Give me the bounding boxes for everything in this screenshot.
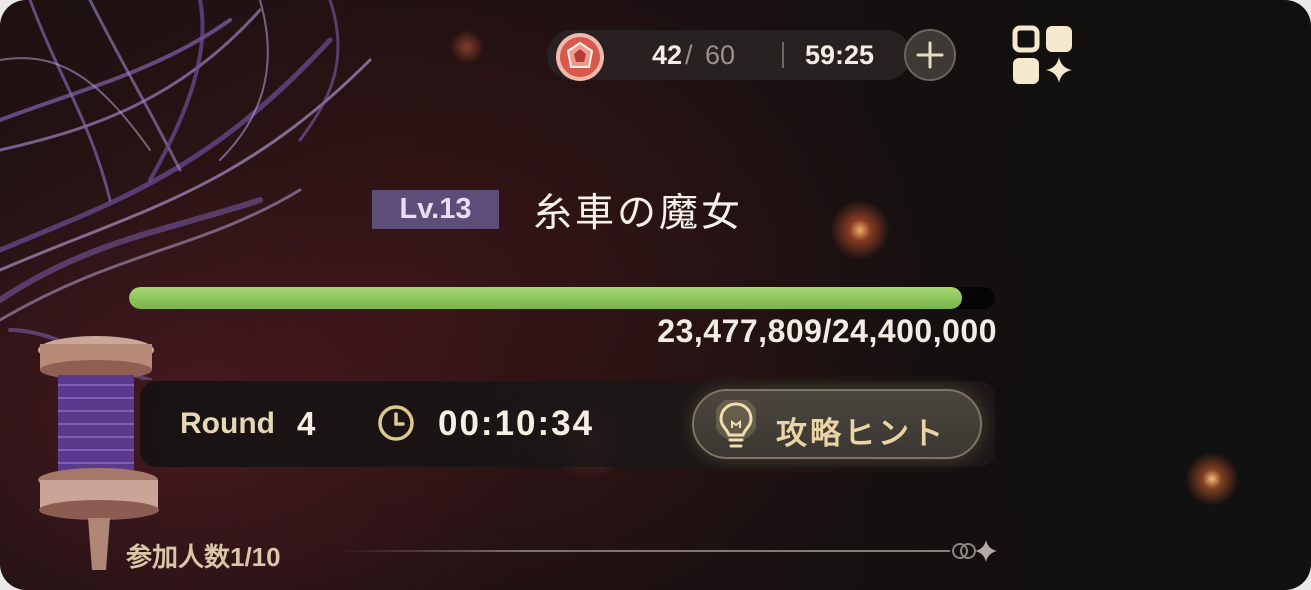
game-screen: 42 / 60 59:25 Lv.13 糸車の魔女 23,477,809/24,… (0, 0, 1311, 590)
boss-hp-text: 23,477,809/24,400,000 (657, 313, 997, 349)
round-label: Round (180, 407, 275, 440)
participant-count: 参加人数1/10 (126, 542, 281, 572)
ember-glow (1185, 452, 1239, 506)
add-stamina-button[interactable] (904, 29, 956, 81)
stamina-max: 60 (705, 40, 736, 70)
thread-decoration (0, 0, 372, 380)
stamina-current: 42 (652, 40, 683, 70)
boss-name: 糸車の魔女 (533, 191, 744, 236)
ember-glow (450, 30, 484, 64)
sparkle-ornament-icon (952, 540, 997, 562)
boss-level-badge: Lv.13 (372, 190, 499, 229)
elapsed-time: 00:10:34 (438, 404, 595, 443)
gem-icon (556, 33, 604, 81)
strategy-hint-button[interactable]: 攻略ヒント (692, 389, 982, 459)
hint-button-label: 攻略ヒント (776, 416, 946, 451)
grid-menu-icon[interactable] (1010, 24, 1076, 88)
lightbulb-icon (716, 400, 756, 448)
clock-icon (378, 405, 414, 441)
round-value: 4 (297, 405, 316, 442)
plus-icon (916, 41, 944, 69)
ember-glow (830, 200, 890, 260)
stamina-separator: / (685, 40, 693, 70)
battle-status-panel: Round 4 00:10:34 攻略ヒント (140, 381, 995, 467)
stamina-bar: 42 / 60 59:25 (547, 30, 911, 81)
divider-line (338, 550, 950, 552)
stamina-regen-timer: 59:25 (805, 40, 875, 70)
divider (782, 42, 784, 68)
boss-hp-fill (129, 287, 963, 309)
boss-hp-bar (129, 287, 995, 309)
